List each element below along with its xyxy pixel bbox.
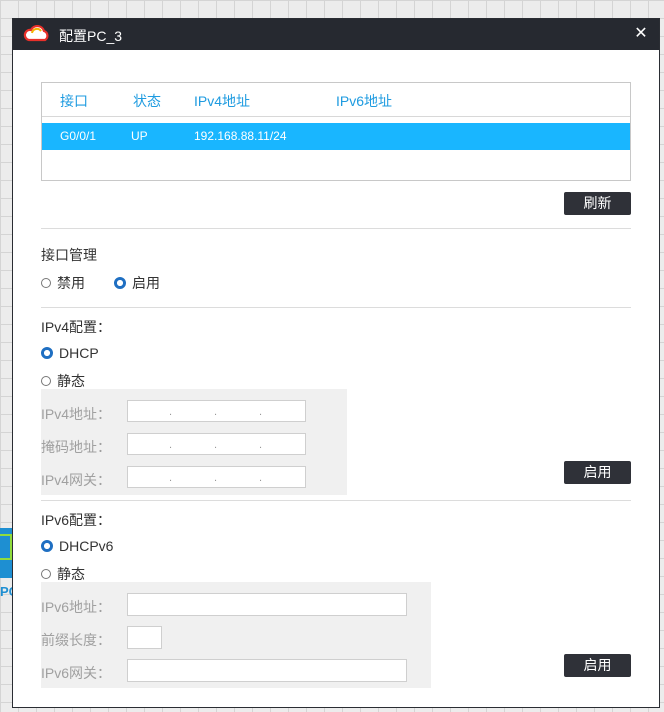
ipv6-config-title: IPv6配置： (41, 512, 112, 528)
subnet-mask-input[interactable]: ... (127, 433, 306, 455)
cell-status: UP (131, 129, 148, 143)
iface-mgmt-title: 接口管理 (41, 247, 97, 263)
radio-indicator-selected (41, 540, 53, 552)
radio-indicator (41, 569, 51, 579)
column-header-interface[interactable]: 接口 (60, 91, 88, 111)
column-header-ipv4[interactable]: IPv4地址 (194, 91, 250, 111)
ipv6-address-input[interactable] (127, 593, 407, 616)
interface-table: 接口 状态 IPv4地址 IPv6地址 G0/0/1 UP 192.168.88… (41, 82, 631, 181)
cell-port: G0/0/1 (60, 129, 97, 143)
column-header-ipv6[interactable]: IPv6地址 (336, 91, 392, 111)
radio-label: DHCP (59, 345, 99, 361)
radio-label: 静态 (57, 373, 85, 389)
dialog-title: 配置PC_3 (59, 28, 123, 44)
ipv4-address-label: IPv4地址： (41, 406, 112, 422)
divider (41, 307, 631, 308)
column-header-status[interactable]: 状态 (133, 91, 161, 111)
radio-label: DHCPv6 (59, 538, 114, 554)
divider (41, 228, 631, 229)
prefix-length-input[interactable] (127, 626, 162, 649)
radio-disable[interactable]: 禁用 (41, 273, 85, 293)
refresh-button[interactable]: 刷新 (564, 192, 631, 215)
config-dialog: 配置PC_3 ✕ 接口 状态 IPv4地址 IPv6地址 G0/0/1 UP 1… (12, 18, 660, 708)
ipv4-gateway-label: IPv4网关： (41, 472, 112, 488)
cell-ipv4: 192.168.88.11/24 (194, 129, 287, 143)
prefix-length-label: 前缀长度： (41, 632, 111, 648)
ipv6-apply-button[interactable]: 启用 (564, 654, 631, 677)
radio-ipv4-dhcp[interactable]: DHCP (41, 345, 99, 361)
radio-ipv6-dhcpv6[interactable]: DHCPv6 (41, 538, 113, 554)
radio-label: 静态 (57, 566, 85, 582)
radio-indicator (41, 278, 51, 288)
ipv4-apply-button[interactable]: 启用 (564, 461, 631, 484)
radio-ipv4-static[interactable]: 静态 (41, 371, 85, 391)
radio-indicator-selected (41, 347, 53, 359)
ipv6-gateway-input[interactable] (127, 659, 407, 682)
ipv4-gateway-input[interactable]: ... (127, 466, 306, 488)
table-row[interactable]: G0/0/1 UP 192.168.88.11/24 (42, 123, 630, 150)
radio-label: 禁用 (57, 275, 85, 291)
radio-indicator (41, 376, 51, 386)
ipv4-config-title: IPv4配置： (41, 319, 112, 335)
divider (41, 500, 631, 501)
header-divider (42, 116, 630, 117)
ipv6-gateway-label: IPv6网关： (41, 665, 112, 681)
radio-enable[interactable]: 启用 (114, 273, 160, 293)
radio-ipv6-static[interactable]: 静态 (41, 564, 85, 584)
background-device-screen (0, 534, 12, 560)
ipv4-address-input[interactable]: ... (127, 400, 306, 422)
cloud-icon (23, 24, 51, 43)
ipv6-address-label: IPv6地址： (41, 599, 112, 615)
title-bar[interactable]: 配置PC_3 ✕ (13, 19, 659, 50)
radio-indicator-selected (114, 277, 126, 289)
radio-label: 启用 (132, 275, 160, 291)
subnet-mask-label: 掩码地址： (41, 439, 111, 455)
close-icon[interactable]: ✕ (631, 23, 651, 45)
